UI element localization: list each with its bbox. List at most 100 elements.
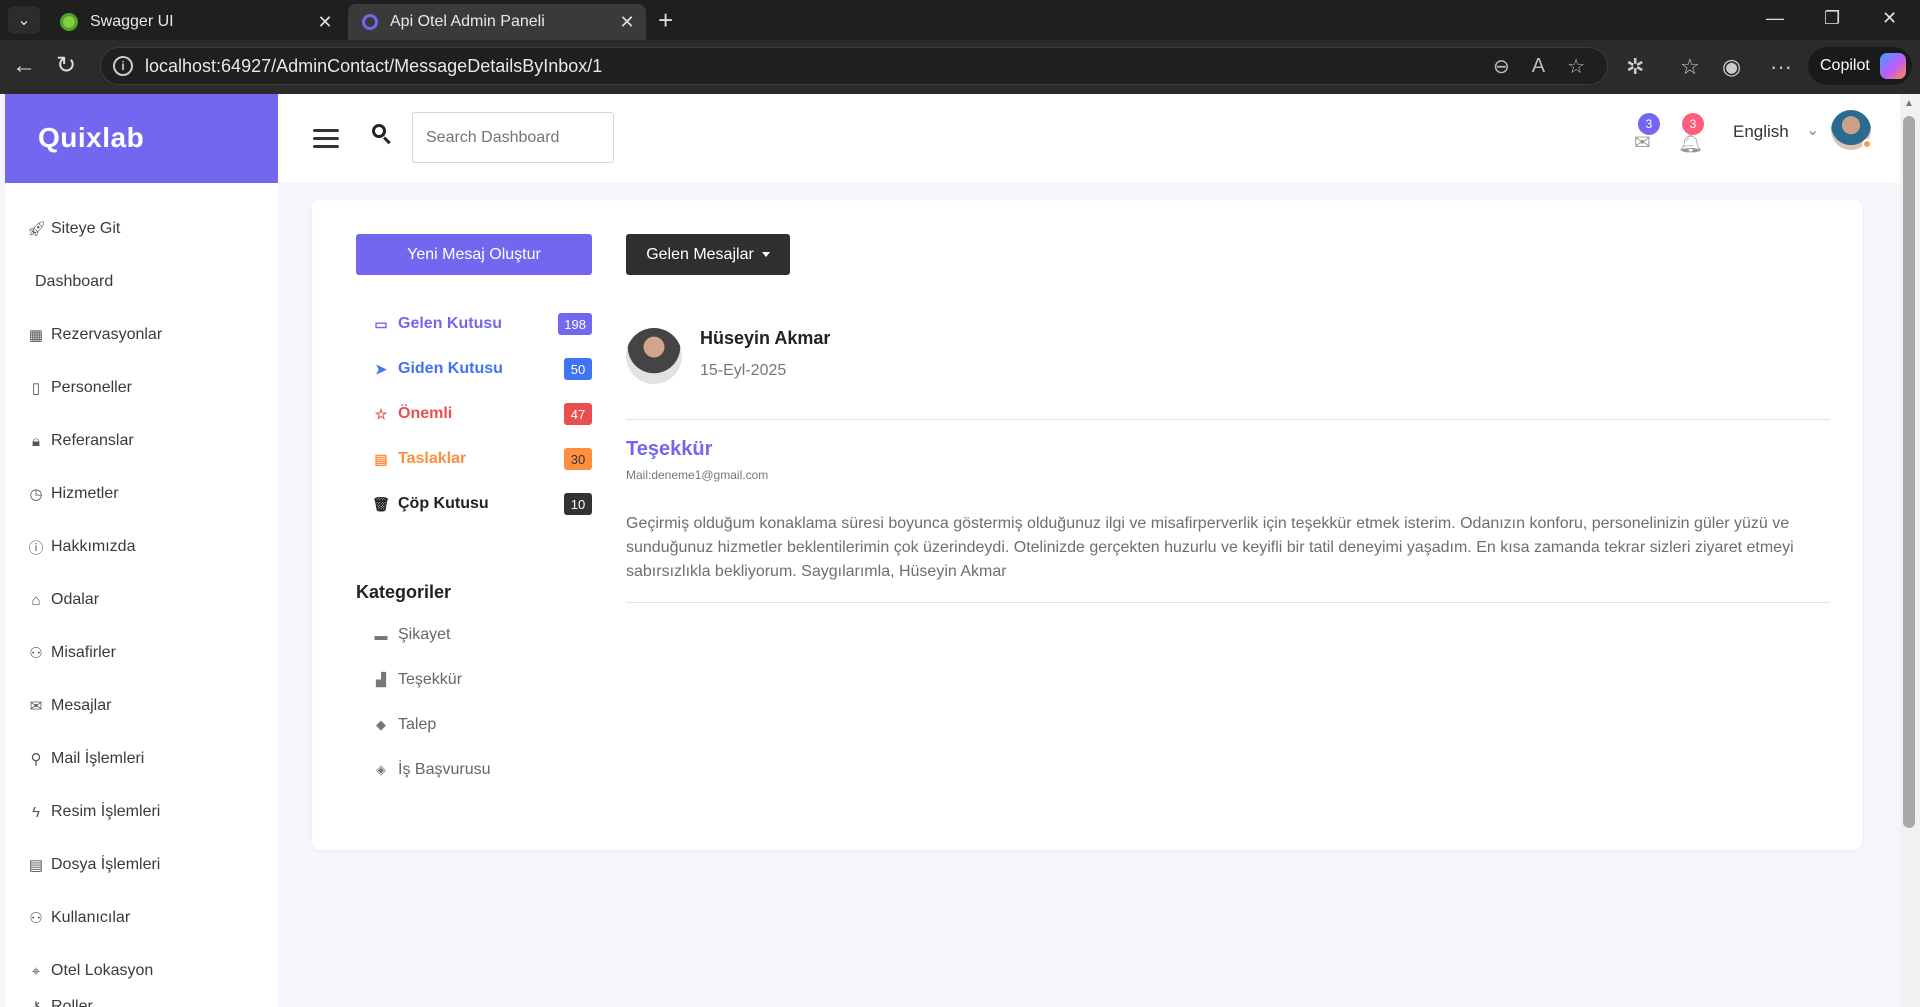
extensions-icon[interactable]: ✲ xyxy=(1626,54,1644,80)
film-icon: ▤ xyxy=(28,857,44,874)
sidebar-item-mesajlar[interactable]: ✉ Mesajlar xyxy=(5,686,278,726)
folder-label: Önemli xyxy=(398,405,453,422)
key-icon: ⚷ xyxy=(27,998,45,1007)
folder-label: Giden Kutusu xyxy=(398,360,503,377)
divider xyxy=(626,419,1830,420)
favorite-star-icon[interactable]: ☆ xyxy=(1567,54,1585,79)
search-icon[interactable] xyxy=(372,124,392,146)
zoom-icon[interactable]: ⊖ xyxy=(1493,54,1510,79)
category-tesekkur[interactable]: ▟ Teşekkür xyxy=(372,667,462,693)
close-icon[interactable]: ✕ xyxy=(616,12,638,33)
message-body: Geçirmiş olduğum konaklama süresi boyunc… xyxy=(626,515,1794,580)
more-menu-icon[interactable]: ··· xyxy=(1770,54,1792,80)
search-input[interactable] xyxy=(412,112,614,163)
message-subject: Teşekkür xyxy=(626,438,713,460)
sidebar-item-personeller[interactable]: ▯ Personeller xyxy=(5,368,278,408)
sidebar-item-label: Kullanıcılar xyxy=(51,909,131,926)
read-aloud-icon[interactable]: A xyxy=(1532,55,1545,78)
folder-count-badge: 50 xyxy=(564,358,592,380)
message-date: 15-Eyl-2025 xyxy=(700,362,787,379)
back-arrow-icon[interactable]: ← xyxy=(12,52,36,80)
sidebar-item-mail-islemleri[interactable]: ⚲ Mail İşlemleri xyxy=(5,739,278,779)
folder-inbox[interactable]: ▭ Gelen Kutusu 198 xyxy=(372,309,592,339)
language-selector[interactable]: English xyxy=(1733,122,1789,142)
inbox-dropdown-button[interactable]: Gelen Mesajlar xyxy=(626,234,790,275)
sidebar-item-label: Hizmetler xyxy=(51,485,119,502)
sidebar-item-resim-islemleri[interactable]: ϟ Resim İşlemleri xyxy=(5,792,278,832)
category-label: Teşekkür xyxy=(398,671,463,688)
browser-tab-admin[interactable]: Api Otel Admin Paneli ✕ xyxy=(348,4,646,40)
folder-count-badge: 30 xyxy=(564,448,592,470)
tab-list-button[interactable]: ⌄ xyxy=(8,6,40,34)
home-icon: ⌂ xyxy=(31,591,41,609)
folder-drafts[interactable]: ▤ Taslaklar 30 xyxy=(372,444,592,474)
category-talep[interactable]: ◆ Talep xyxy=(372,712,436,738)
sidebar-item-referanslar[interactable]: 🔒︎ Referanslar xyxy=(5,421,278,461)
minimize-icon[interactable]: — xyxy=(1766,8,1784,29)
categories-heading: Kategoriler xyxy=(356,582,452,602)
reload-icon[interactable]: ↻ xyxy=(56,52,76,80)
maximize-icon[interactable]: ❐ xyxy=(1824,8,1840,29)
envelope-icon: ✉ xyxy=(29,698,43,715)
copilot-button[interactable]: Copilot xyxy=(1808,47,1912,85)
sidebar-item-dashboard[interactable]: Dashboard xyxy=(5,262,278,302)
sidebar-item-label: Resim İşlemleri xyxy=(51,803,161,820)
rocket-icon: 🚀︎ xyxy=(27,221,47,238)
browser-address-bar: ← ↻ i localhost:64927/AdminContact/Messa… xyxy=(0,40,1920,94)
sidebar-item-label: Personeller xyxy=(51,379,132,396)
folder-important[interactable]: ☆ Önemli 47 xyxy=(372,399,592,429)
sidebar-item-rezervasyonlar[interactable]: ▦ Rezervasyonlar xyxy=(5,315,278,355)
folder-sent[interactable]: ➤ Giden Kutusu 50 xyxy=(372,354,592,384)
sidebar-item-hizmetler[interactable]: ◷ Hizmetler xyxy=(5,474,278,514)
close-icon[interactable]: ✕ xyxy=(314,12,336,33)
sidebar-item-label: Misafirler xyxy=(51,644,116,661)
chevron-down-icon: ⌄ xyxy=(17,12,31,29)
chevron-down-icon[interactable]: ⌄ xyxy=(1806,120,1819,140)
sidebar-item-kullanicilar[interactable]: ⚇ Kullanıcılar xyxy=(5,898,278,938)
star-icon: ☆ xyxy=(374,405,388,422)
site-info-icon[interactable]: i xyxy=(113,56,133,76)
brand-logo[interactable]: Quixlab xyxy=(5,94,278,183)
window-close-icon[interactable]: ✕ xyxy=(1882,8,1897,29)
folder-trash[interactable]: 🗑︎ Çöp Kutusu 10 xyxy=(372,489,592,519)
category-label: İş Başvurusu xyxy=(398,761,491,778)
mail-count-badge: 3 xyxy=(1638,113,1660,135)
tags-icon: ◈ xyxy=(376,762,386,777)
hamburger-menu-icon[interactable] xyxy=(313,129,339,149)
sidebar-item-label: Rezervasyonlar xyxy=(51,326,163,343)
favorites-icon[interactable]: ☆ xyxy=(1680,54,1700,80)
sidebar-item-misafirler[interactable]: ⚇ Misafirler xyxy=(5,633,278,673)
sender-email: Mail:deneme1@gmail.com xyxy=(626,468,769,482)
copilot-label: Copilot xyxy=(1820,57,1870,74)
new-message-button[interactable]: Yeni Mesaj Oluştur xyxy=(356,234,592,275)
sidebar-item-label: Odalar xyxy=(51,591,100,608)
briefcase-icon: ▬ xyxy=(374,627,388,643)
sidebar-item-roller[interactable]: ⚷ Roller xyxy=(5,986,278,1007)
scrollbar-thumb[interactable] xyxy=(1903,116,1915,828)
sidebar-item-label: Otel Lokasyon xyxy=(51,962,154,979)
sidebar-item-hakkimizda[interactable]: ⓘ Hakkımızda xyxy=(5,527,278,567)
mobile-icon: ▯ xyxy=(31,380,41,397)
sidebar-item-dosya-islemleri[interactable]: ▤ Dosya İşlemleri xyxy=(5,845,278,885)
lightning-icon: ϟ xyxy=(32,803,40,821)
folder-count-badge: 10 xyxy=(564,493,592,515)
new-tab-button[interactable]: + xyxy=(658,6,673,34)
scroll-up-arrow-icon[interactable]: ▲ xyxy=(1904,98,1914,109)
category-sikayet[interactable]: ▬ Şikayet xyxy=(372,622,451,648)
browser-tab-swagger[interactable]: Swagger UI ✕ xyxy=(46,4,344,40)
lock-icon: 🔒︎ xyxy=(32,432,40,450)
sidebar-item-label: Mesajlar xyxy=(51,697,112,714)
paperclip-icon: ⚲ xyxy=(30,751,42,768)
profile-icon[interactable]: ◉ xyxy=(1722,54,1741,80)
url-text[interactable]: localhost:64927/AdminContact/MessageDeta… xyxy=(145,56,1493,77)
category-is-basvurusu[interactable]: ◈ İş Başvurusu xyxy=(372,757,490,783)
sidebar-item-label: Mail İşlemleri xyxy=(51,750,145,767)
url-bar[interactable]: i localhost:64927/AdminContact/MessageDe… xyxy=(100,47,1608,85)
sidebar-item-otel-lokasyon[interactable]: ⌖ Otel Lokasyon xyxy=(5,951,278,991)
sidebar-item-siteye-git[interactable]: 🚀︎ Siteye Git xyxy=(5,209,278,249)
folder-label: Çöp Kutusu xyxy=(398,495,489,512)
sidebar-item-odalar[interactable]: ⌂ Odalar xyxy=(5,580,278,620)
folder-count-badge: 47 xyxy=(564,403,592,425)
notification-count-badge: 3 xyxy=(1682,113,1704,135)
sidebar-item-label: Dosya İşlemleri xyxy=(51,856,161,873)
